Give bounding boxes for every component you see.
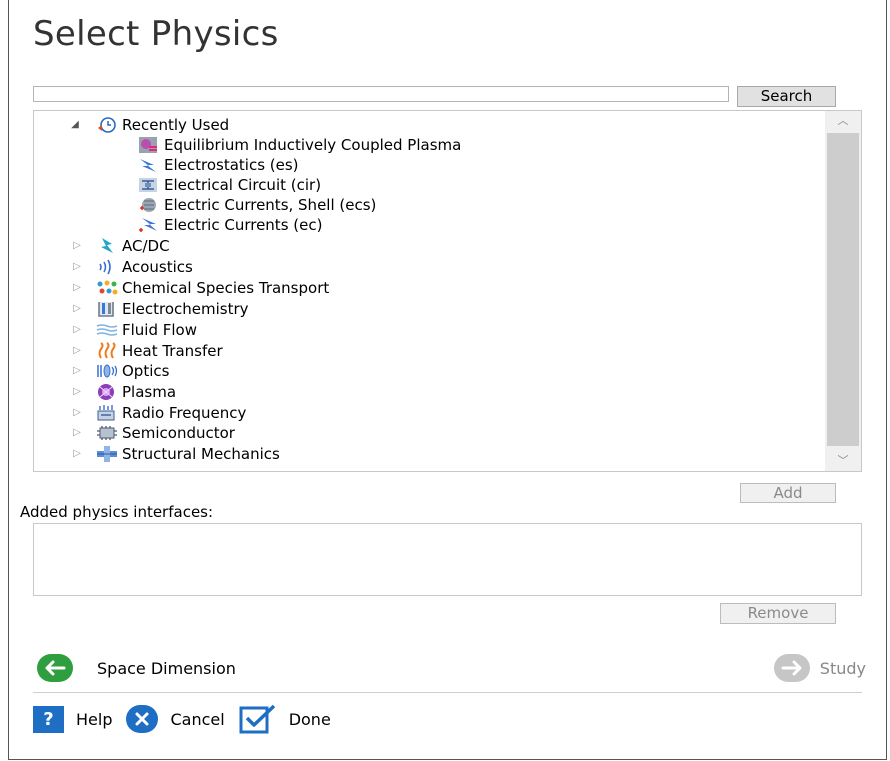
collapsed-arrow-icon[interactable]: ▷ — [72, 361, 82, 381]
cancel-icon[interactable] — [126, 705, 159, 733]
collapsed-arrow-icon[interactable]: ▷ — [72, 444, 82, 464]
electric-currents-icon — [138, 216, 160, 234]
plasma-icon — [96, 383, 118, 401]
tree-item[interactable]: Equilibrium Inductively Coupled Plasma — [138, 135, 461, 155]
tree-node-fluid-flow[interactable]: ▷ Fluid Flow — [72, 320, 197, 340]
recent-clock-icon — [96, 116, 118, 134]
added-interfaces-label: Added physics interfaces: — [20, 503, 214, 521]
scroll-down-icon[interactable]: ﹀ — [825, 451, 861, 471]
tree-item[interactable]: Electrical Circuit (cir) — [138, 175, 321, 195]
tree-node-chemical-species[interactable]: ▷ Chemical Species Transport — [72, 278, 329, 298]
search-input[interactable] — [33, 86, 729, 102]
remove-button[interactable]: Remove — [720, 603, 836, 624]
study-label[interactable]: Study — [820, 659, 866, 678]
footer-divider — [33, 692, 862, 693]
scroll-thumb[interactable] — [827, 133, 859, 446]
collapsed-arrow-icon[interactable]: ▷ — [72, 341, 82, 361]
tree-node-acoustics[interactable]: ▷ Acoustics — [72, 257, 193, 277]
added-interfaces-list[interactable] — [33, 523, 862, 596]
footer-actions: ? Help Cancel Done — [33, 702, 345, 736]
tree-node-optics[interactable]: ▷ Optics — [72, 361, 169, 381]
structural-mechanics-icon — [96, 445, 118, 463]
help-icon[interactable]: ? — [33, 705, 64, 733]
cancel-button[interactable]: Cancel — [126, 705, 225, 733]
collapsed-arrow-icon[interactable]: ▷ — [72, 257, 82, 277]
electrostatics-icon — [138, 156, 160, 174]
space-dimension-label[interactable]: Space Dimension — [97, 659, 236, 678]
electrochemistry-icon — [96, 300, 118, 318]
electrical-circuit-icon — [138, 176, 160, 194]
optics-icon — [96, 362, 118, 380]
navigation-row: Space Dimension Study — [20, 648, 866, 688]
acdc-icon — [96, 237, 118, 255]
collapsed-arrow-icon[interactable]: ▷ — [72, 403, 82, 423]
expand-arrow-icon[interactable]: ◢ — [70, 115, 80, 135]
next-nav[interactable]: Study — [773, 654, 866, 682]
tree-item[interactable]: Electrostatics (es) — [138, 155, 299, 175]
dialog-title: Select Physics — [33, 14, 279, 54]
tree-label: Recently Used — [122, 116, 230, 134]
heat-transfer-icon — [96, 342, 118, 360]
search-button[interactable]: Search — [737, 86, 836, 107]
tree-node-radio-frequency[interactable]: ▷ Radio Frequency — [72, 403, 246, 423]
done-button[interactable]: Done — [239, 704, 331, 734]
tree-scrollbar[interactable]: ︿ ﹀ — [825, 111, 861, 471]
tree-node-heat-transfer[interactable]: ▷ Heat Transfer — [72, 341, 223, 361]
acoustics-icon — [96, 258, 118, 276]
electric-currents-shell-icon — [138, 196, 160, 214]
chemical-species-icon — [96, 279, 118, 297]
collapsed-arrow-icon[interactable]: ▷ — [72, 423, 82, 443]
help-button[interactable]: ? Help — [33, 705, 112, 733]
tree-item[interactable]: Electric Currents, Shell (ecs) — [138, 195, 376, 215]
collapsed-arrow-icon[interactable]: ▷ — [72, 299, 82, 319]
tree-node-plasma[interactable]: ▷ Plasma — [72, 382, 176, 402]
collapsed-arrow-icon[interactable]: ▷ — [72, 236, 82, 256]
tree-node-electrochemistry[interactable]: ▷ Electrochemistry — [72, 299, 248, 319]
tree-node-structural-mechanics[interactable]: ▷ Structural Mechanics — [72, 444, 280, 464]
add-button[interactable]: Add — [740, 483, 836, 503]
radio-frequency-icon — [96, 404, 118, 422]
back-nav[interactable]: Space Dimension — [37, 654, 236, 682]
tree-node-recently-used[interactable]: ◢ Recently Used — [70, 115, 230, 135]
fluid-flow-icon — [96, 321, 118, 339]
arrow-left-icon[interactable] — [37, 654, 73, 682]
checkmark-icon[interactable] — [239, 704, 277, 734]
scroll-up-icon[interactable]: ︿ — [825, 111, 861, 131]
tree-node-semiconductor[interactable]: ▷ Semiconductor — [72, 423, 235, 443]
tree-node-acdc[interactable]: ▷ AC/DC — [72, 236, 169, 256]
collapsed-arrow-icon[interactable]: ▷ — [72, 320, 82, 340]
arrow-right-icon[interactable] — [773, 654, 810, 682]
collapsed-arrow-icon[interactable]: ▷ — [72, 278, 82, 298]
physics-tree[interactable]: ◢ Recently Used Equilibrium Inductively … — [33, 110, 862, 472]
tree-item[interactable]: Electric Currents (ec) — [138, 215, 322, 235]
collapsed-arrow-icon[interactable]: ▷ — [72, 382, 82, 402]
plasma-coupling-icon — [138, 136, 160, 154]
semiconductor-icon — [96, 424, 118, 442]
tree-node-partial — [72, 465, 108, 471]
